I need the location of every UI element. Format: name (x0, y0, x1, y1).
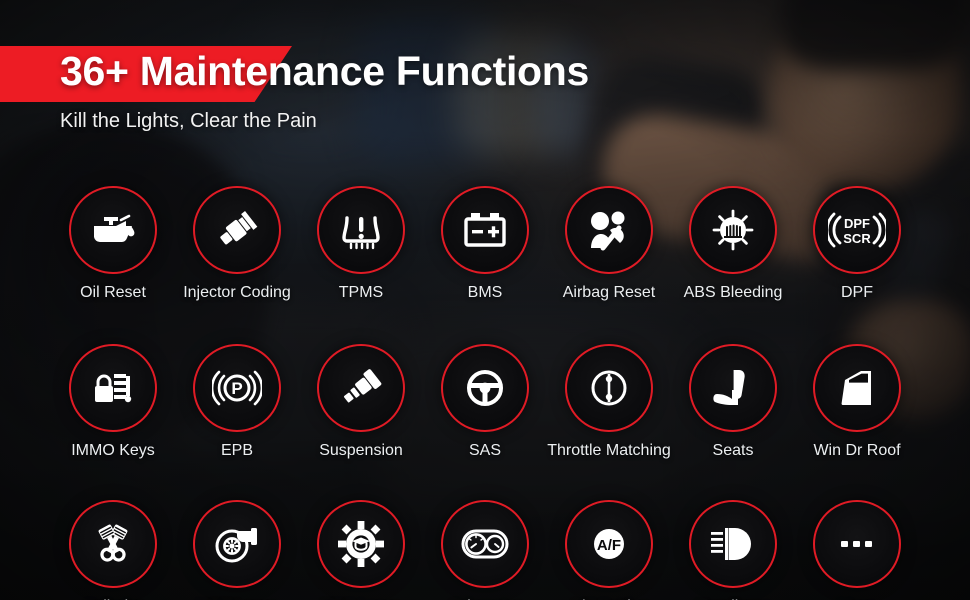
function-label: Win Dr Roof (813, 442, 901, 459)
shock-absorber-icon (338, 365, 384, 411)
icon-disc[interactable] (689, 186, 777, 274)
function-label: SAS (468, 442, 501, 459)
icon-disc[interactable] (317, 500, 405, 588)
icon-disc[interactable] (69, 344, 157, 432)
function-item-airbag-reset[interactable]: Airbag Reset (547, 186, 671, 302)
function-item-win-dr-roof[interactable]: Win Dr Roof (795, 344, 919, 460)
icon-disc[interactable] (813, 500, 901, 588)
battery-icon (462, 210, 508, 250)
icon-disc[interactable] (193, 500, 281, 588)
icon-disc[interactable] (813, 344, 901, 432)
epb-p-text: P (231, 379, 242, 398)
instrument-cluster-icon (459, 524, 511, 564)
icon-disc[interactable] (317, 186, 405, 274)
function-label: Injector Coding (183, 284, 291, 301)
dpf-text: DPF (844, 216, 870, 231)
car-seat-icon (712, 366, 754, 410)
icon-disc[interactable]: P (193, 344, 281, 432)
function-item-bms[interactable]: BMS (423, 186, 547, 302)
scr-text: SCR (843, 231, 871, 246)
function-item-immo-keys[interactable]: IMMO Keys (51, 344, 175, 460)
function-item-dpf[interactable]: DPF SCR DPF (795, 186, 919, 302)
steering-wheel-icon (461, 365, 509, 411)
icon-disc[interactable] (441, 344, 529, 432)
gear-graduation-cap-icon (338, 521, 384, 567)
function-label: Oil Reset (80, 284, 146, 301)
function-label: ABS Bleeding (683, 284, 783, 301)
icon-disc[interactable] (441, 500, 529, 588)
icon-disc[interactable] (689, 500, 777, 588)
function-item-throttle-matching[interactable]: Throttle Matching (547, 344, 671, 460)
dpf-scr-icon: DPF SCR (828, 208, 886, 252)
function-label: DPF (841, 284, 873, 301)
icon-disc[interactable] (565, 186, 653, 274)
icon-disc[interactable] (441, 186, 529, 274)
turbocharger-icon (213, 522, 261, 566)
icon-disc[interactable]: A/F (565, 500, 653, 588)
function-label: Suspension (319, 442, 403, 459)
icon-disc[interactable] (565, 344, 653, 432)
function-item-oil-reset[interactable]: Oil Reset (51, 186, 175, 302)
page-title: 36+ Maintenance Functions (60, 48, 590, 94)
function-item-epb[interactable]: P EPB (175, 344, 299, 460)
icon-disc[interactable] (69, 186, 157, 274)
function-item-abs-bleeding[interactable]: ABS Bleeding (671, 186, 795, 302)
af-text: A/F (597, 537, 621, 554)
function-item-af-setting[interactable]: A/F A/F Setting (547, 500, 671, 600)
function-item-cylinder[interactable]: Cylinder (51, 500, 175, 600)
icon-disc[interactable] (69, 500, 157, 588)
header: 36+ Maintenance Functions Kill the Light… (0, 0, 970, 160)
abs-brake-icon (710, 207, 756, 253)
function-label: Throttle Matching (547, 442, 671, 459)
function-item-suspension[interactable]: Suspension (299, 344, 423, 460)
crossed-pistons-icon (90, 521, 136, 567)
function-item-injector-coding[interactable]: Injector Coding (175, 186, 299, 302)
function-item-vgt-learn[interactable]: VGT Learn (175, 500, 299, 600)
function-label: BMS (467, 284, 503, 301)
tire-pressure-icon (339, 208, 383, 252)
function-label: Airbag Reset (562, 284, 656, 301)
car-door-icon (836, 366, 878, 410)
function-row: IMMO Keys P EPB Suspension SAS Throttle … (0, 344, 970, 460)
ellipsis-more-icon (837, 537, 877, 551)
icon-disc[interactable] (689, 344, 777, 432)
icon-disc[interactable] (317, 344, 405, 432)
immo-key-lock-icon (90, 366, 136, 410)
function-item-headlamp[interactable]: Headlamp (671, 500, 795, 600)
air-fuel-ratio-icon: A/F (586, 521, 632, 567)
throttle-body-icon (586, 365, 632, 411)
function-row: Cylinder (0, 500, 970, 600)
function-item-seats[interactable]: Seats (671, 344, 795, 460)
function-item-sas[interactable]: SAS (423, 344, 547, 460)
fuel-injector-icon (214, 207, 260, 253)
function-label: Seats (712, 442, 754, 459)
icon-disc[interactable]: DPF SCR (813, 186, 901, 274)
airbag-icon (585, 208, 633, 252)
function-row: Oil Reset Injector Coding TPMS BMS Airba… (0, 186, 970, 302)
page-subtitle: Kill the Lights, Clear the Pain (60, 110, 317, 132)
function-item-odometer[interactable]: Odometer (423, 500, 547, 600)
icon-disc[interactable] (193, 186, 281, 274)
function-label: IMMO Keys (71, 442, 155, 459)
function-label: EPB (220, 442, 253, 459)
function-item-tec-learn[interactable]: TEC Learn (299, 500, 423, 600)
headlight-beam-icon (709, 524, 757, 564)
function-label: TPMS (338, 284, 384, 301)
function-item-tpms[interactable]: TPMS (299, 186, 423, 302)
oil-can-icon (90, 210, 136, 250)
parking-brake-p-icon: P (212, 365, 262, 411)
promo-banner: 36+ Maintenance Functions Kill the Light… (0, 0, 970, 600)
function-grid: Oil Reset Injector Coding TPMS BMS Airba… (0, 186, 970, 600)
function-item-more[interactable]: More (795, 500, 919, 600)
